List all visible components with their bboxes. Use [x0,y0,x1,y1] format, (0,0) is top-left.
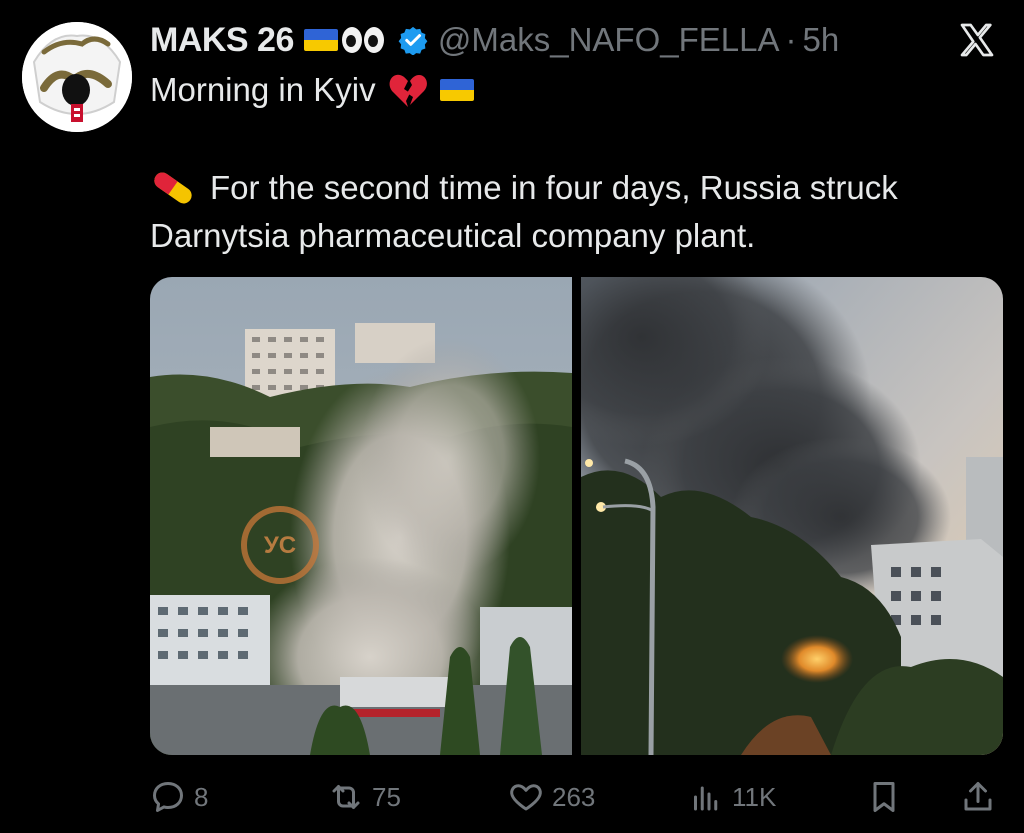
eyes-icon [341,27,384,53]
like-button[interactable]: 263 [508,770,595,824]
photo-smoke-street [581,277,1003,755]
share-button[interactable] [960,770,996,824]
share-icon [964,782,992,811]
tweet-header: MAKS 26 @Maks_NAFO_FELLA · 5h [150,18,839,62]
avatar-image [22,22,132,132]
views-count: 11K [732,781,777,812]
x-logo-glyph [960,23,994,57]
bookmark-icon [873,782,895,812]
action-bar: 8 75 263 11K [150,770,1000,824]
repost-count: 75 [372,781,401,812]
reply-button[interactable]: 8 [150,770,208,824]
tweet-body: For the second time in four days, Russia… [150,164,1010,260]
x-logo-icon[interactable] [952,18,1002,62]
ukraine-flag-icon [303,29,338,51]
media-grid: УС [150,277,1003,755]
photo-right[interactable] [581,277,1003,755]
reply-icon [153,782,183,812]
ukraine-flag-icon [439,79,474,101]
photo-left[interactable]: УС [150,277,572,755]
heart-icon [510,784,542,811]
pill-icon [154,172,192,204]
views-icon [694,786,718,811]
tweet-title: Morning in Kyiv [150,68,474,112]
like-count: 263 [552,781,596,812]
reply-count: 8 [194,781,209,812]
avatar[interactable] [22,22,132,132]
display-name[interactable]: MAKS 26 [150,21,294,60]
separator-dot: · [785,21,797,58]
broken-heart-icon [389,74,427,107]
repost-button[interactable]: 75 [328,770,401,824]
body-text: For the second time in four days, Russia… [150,169,898,254]
user-handle[interactable]: @Maks_NAFO_FELLA [438,21,780,59]
repost-icon [332,785,360,809]
views-button[interactable]: 11K [688,770,776,824]
title-text: Morning in Kyiv [150,71,376,108]
post-time[interactable]: 5h [802,21,839,59]
photo-smoke-plant: УС [150,277,572,755]
watermark-text: УС [264,532,296,559]
verified-badge-icon [398,26,428,55]
bookmark-button[interactable] [866,770,902,824]
